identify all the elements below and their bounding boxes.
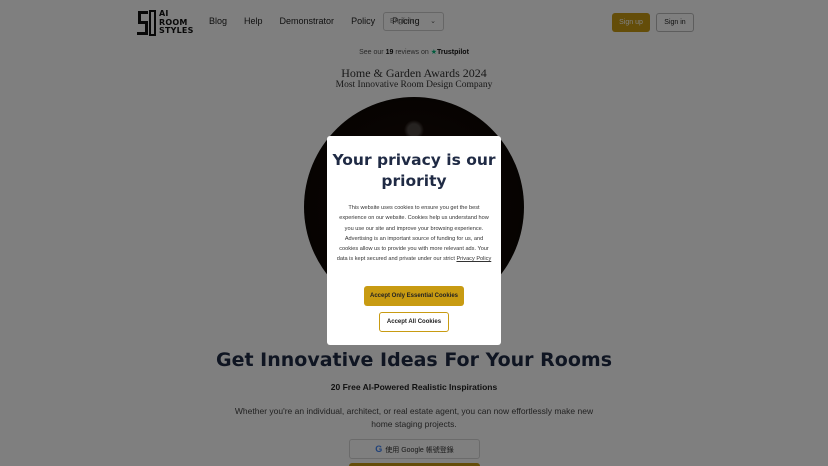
dialog-title: Your privacy is our priority xyxy=(332,151,496,190)
page: AI ROOM STYLES Blog Help Demonstrator Po… xyxy=(0,0,828,466)
cookie-consent-dialog: Your privacy is our priority This websit… xyxy=(327,136,501,345)
accept-essential-cookies-button[interactable]: Accept Only Essential Cookies xyxy=(364,286,464,306)
accept-all-cookies-button[interactable]: Accept All Cookies xyxy=(379,312,449,332)
dialog-body-text: This website uses cookies to ensure you … xyxy=(336,205,489,263)
dialog-body: This website uses cookies to ensure you … xyxy=(336,203,492,265)
privacy-policy-link[interactable]: Privacy Policy xyxy=(456,256,491,262)
